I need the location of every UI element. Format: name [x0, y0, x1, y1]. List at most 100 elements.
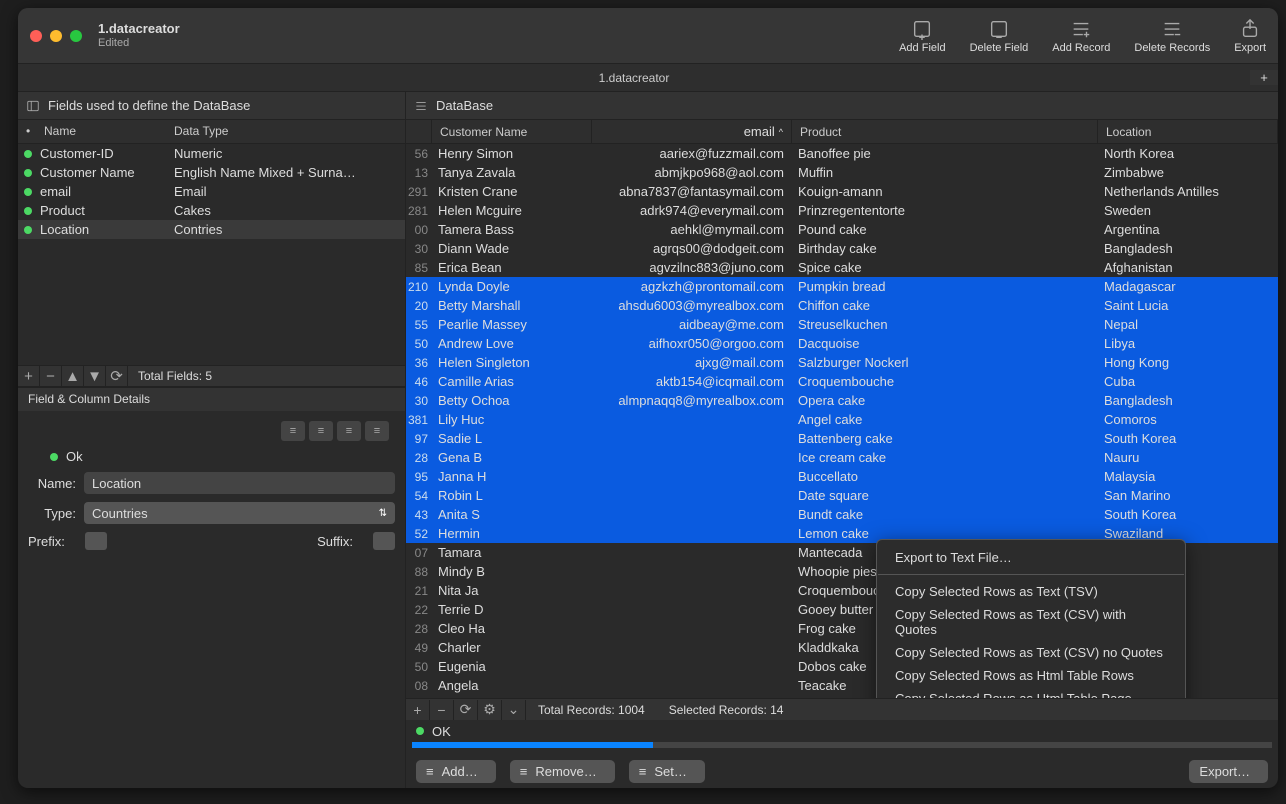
row-id: 43: [406, 508, 432, 522]
add-field-button[interactable]: Add Field: [899, 18, 945, 54]
details-ok-label: Ok: [66, 449, 83, 464]
delete-records-button[interactable]: Delete Records: [1134, 18, 1210, 54]
row-id: 20: [406, 299, 432, 313]
cell-product: Date square: [792, 488, 1098, 503]
table-row[interactable]: 55 Pearlie Massey aidbeay@me.com Streuse…: [406, 315, 1278, 334]
title-block: 1.datacreator Edited: [98, 21, 180, 50]
add-record-button[interactable]: Add Record: [1052, 18, 1110, 54]
table-row[interactable]: 85 Erica Bean agvzilnc883@juno.com Spice…: [406, 258, 1278, 277]
name-field[interactable]: [84, 472, 395, 494]
export-button[interactable]: Export: [1234, 18, 1266, 54]
cell-customer-name: Janna H: [432, 469, 592, 484]
cell-customer-name: Charler: [432, 640, 592, 655]
field-row[interactable]: Location Contries: [18, 220, 405, 239]
delete-field-button[interactable]: Delete Field: [970, 18, 1029, 54]
cell-customer-name: Helen Mcguire: [432, 203, 592, 218]
progress-bar: [412, 742, 1272, 748]
cell-customer-name: Lynda Doyle: [432, 279, 592, 294]
close-window-button[interactable]: [30, 30, 42, 42]
table-row[interactable]: 30 Betty Ochoa almpnaqq8@myrealbox.com O…: [406, 391, 1278, 410]
add-button[interactable]: ≡Add…: [416, 760, 496, 783]
status-dot-icon: [50, 453, 58, 461]
col-location[interactable]: Location: [1098, 120, 1278, 143]
add-field-plus-button[interactable]: +: [18, 366, 40, 386]
status-ok-label: OK: [432, 724, 451, 739]
cell-location: Hong Kong: [1098, 355, 1278, 370]
remove-button[interactable]: ≡Remove…: [510, 760, 615, 783]
table-row[interactable]: 28 Gena B Ice cream cake Nauru: [406, 448, 1278, 467]
new-tab-button[interactable]: +: [1250, 70, 1278, 85]
align-justify-button[interactable]: ≡: [365, 421, 389, 441]
table-row[interactable]: 13 Tanya Zavala abmjkpo968@aol.com Muffi…: [406, 163, 1278, 182]
row-id: 30: [406, 242, 432, 256]
table-row[interactable]: 281 Helen Mcguire adrk974@everymail.com …: [406, 201, 1278, 220]
table-row[interactable]: 54 Robin L Date square San Marino: [406, 486, 1278, 505]
list-icon: ≡: [426, 764, 434, 779]
cell-product: Croquembouche: [792, 374, 1098, 389]
table-row[interactable]: 46 Camille Arias aktb154@icqmail.com Cro…: [406, 372, 1278, 391]
add-record-plus-button[interactable]: +: [406, 700, 430, 720]
tab-main[interactable]: 1.datacreator: [18, 71, 1250, 85]
table-row[interactable]: 210 Lynda Doyle agzkzh@prontomail.com Pu…: [406, 277, 1278, 296]
table-row[interactable]: 95 Janna H Buccellato Malaysia: [406, 467, 1278, 486]
field-name-col[interactable]: Name: [36, 120, 166, 143]
menu-copy-csv-quotes[interactable]: Copy Selected Rows as Text (CSV) with Qu…: [877, 603, 1185, 641]
row-id: 21: [406, 584, 432, 598]
window-controls: [30, 30, 82, 42]
table-row[interactable]: 20 Betty Marshall ahsdu6003@myrealbox.co…: [406, 296, 1278, 315]
move-field-up-button[interactable]: ▲: [62, 366, 84, 386]
menu-copy-csv-no-quotes[interactable]: Copy Selected Rows as Text (CSV) no Quot…: [877, 641, 1185, 664]
table-row[interactable]: 00 Tamera Bass aehkl@mymail.com Pound ca…: [406, 220, 1278, 239]
table-row[interactable]: 381 Lily Huc Angel cake Comoros: [406, 410, 1278, 429]
table-row[interactable]: 43 Anita S Bundt cake South Korea: [406, 505, 1278, 524]
maximize-window-button[interactable]: [70, 30, 82, 42]
table-row[interactable]: 97 Sadie L Battenberg cake South Korea: [406, 429, 1278, 448]
move-field-down-button[interactable]: ▼: [84, 366, 106, 386]
menu-copy-html-page[interactable]: Copy Selected Rows as Html Table Page: [877, 687, 1185, 698]
col-customer-name[interactable]: Customer Name: [432, 120, 592, 143]
set-button[interactable]: ≡Set…: [629, 760, 705, 783]
field-name: Customer-ID: [40, 146, 166, 161]
database-body[interactable]: 56 Henry Simon aariex@fuzzmail.com Banof…: [406, 144, 1278, 698]
align-right-button[interactable]: ≡: [337, 421, 361, 441]
field-row[interactable]: Customer-ID Numeric: [18, 144, 405, 163]
remove-field-minus-button[interactable]: −: [40, 366, 62, 386]
table-row[interactable]: 36 Helen Singleton ajxg@mail.com Salzbur…: [406, 353, 1278, 372]
export-pill-button[interactable]: Export…: [1189, 760, 1268, 783]
row-id: 50: [406, 660, 432, 674]
cell-product: Streuselkuchen: [792, 317, 1098, 332]
row-id: 281: [406, 204, 432, 218]
table-row[interactable]: 50 Andrew Love aifhoxr050@orgoo.com Dacq…: [406, 334, 1278, 353]
field-row[interactable]: Product Cakes: [18, 201, 405, 220]
field-row[interactable]: Customer Name English Name Mixed + Surna…: [18, 163, 405, 182]
row-id: 08: [406, 679, 432, 693]
table-row[interactable]: 56 Henry Simon aariex@fuzzmail.com Banof…: [406, 144, 1278, 163]
menu-copy-html-rows[interactable]: Copy Selected Rows as Html Table Rows: [877, 664, 1185, 687]
cell-product: Chiffon cake: [792, 298, 1098, 313]
col-email[interactable]: email ^: [592, 120, 792, 143]
app-window: 1.datacreator Edited Add Field Delete Fi…: [18, 8, 1278, 788]
table-row[interactable]: 30 Diann Wade agrqs00@dodgeit.com Birthd…: [406, 239, 1278, 258]
prefix-field[interactable]: [85, 532, 107, 550]
refresh-records-button[interactable]: ⟳: [454, 700, 478, 720]
type-select[interactable]: Countries ⇅: [84, 502, 395, 524]
align-left-button[interactable]: ≡: [281, 421, 305, 441]
col-product[interactable]: Product: [792, 120, 1098, 143]
align-center-button[interactable]: ≡: [309, 421, 333, 441]
status-dot-icon: [24, 150, 32, 158]
table-row[interactable]: 291 Kristen Crane abna7837@fantasymail.c…: [406, 182, 1278, 201]
minimize-window-button[interactable]: [50, 30, 62, 42]
field-type-col[interactable]: Data Type: [166, 120, 236, 143]
remove-record-minus-button[interactable]: −: [430, 700, 454, 720]
dropdown-chevron-button[interactable]: ⌄: [502, 700, 526, 720]
selected-records-label: Selected Records: 14: [657, 703, 796, 717]
row-id: 54: [406, 489, 432, 503]
refresh-fields-button[interactable]: ⟳: [106, 366, 128, 386]
settings-gear-button[interactable]: ⚙: [478, 700, 502, 720]
menu-copy-tsv[interactable]: Copy Selected Rows as Text (TSV): [877, 580, 1185, 603]
menu-export-text-file[interactable]: Export to Text File…: [877, 546, 1185, 569]
cell-customer-name: Lily Huc: [432, 412, 592, 427]
suffix-field[interactable]: [373, 532, 395, 550]
field-row[interactable]: email Email: [18, 182, 405, 201]
cell-location: Comoros: [1098, 412, 1278, 427]
